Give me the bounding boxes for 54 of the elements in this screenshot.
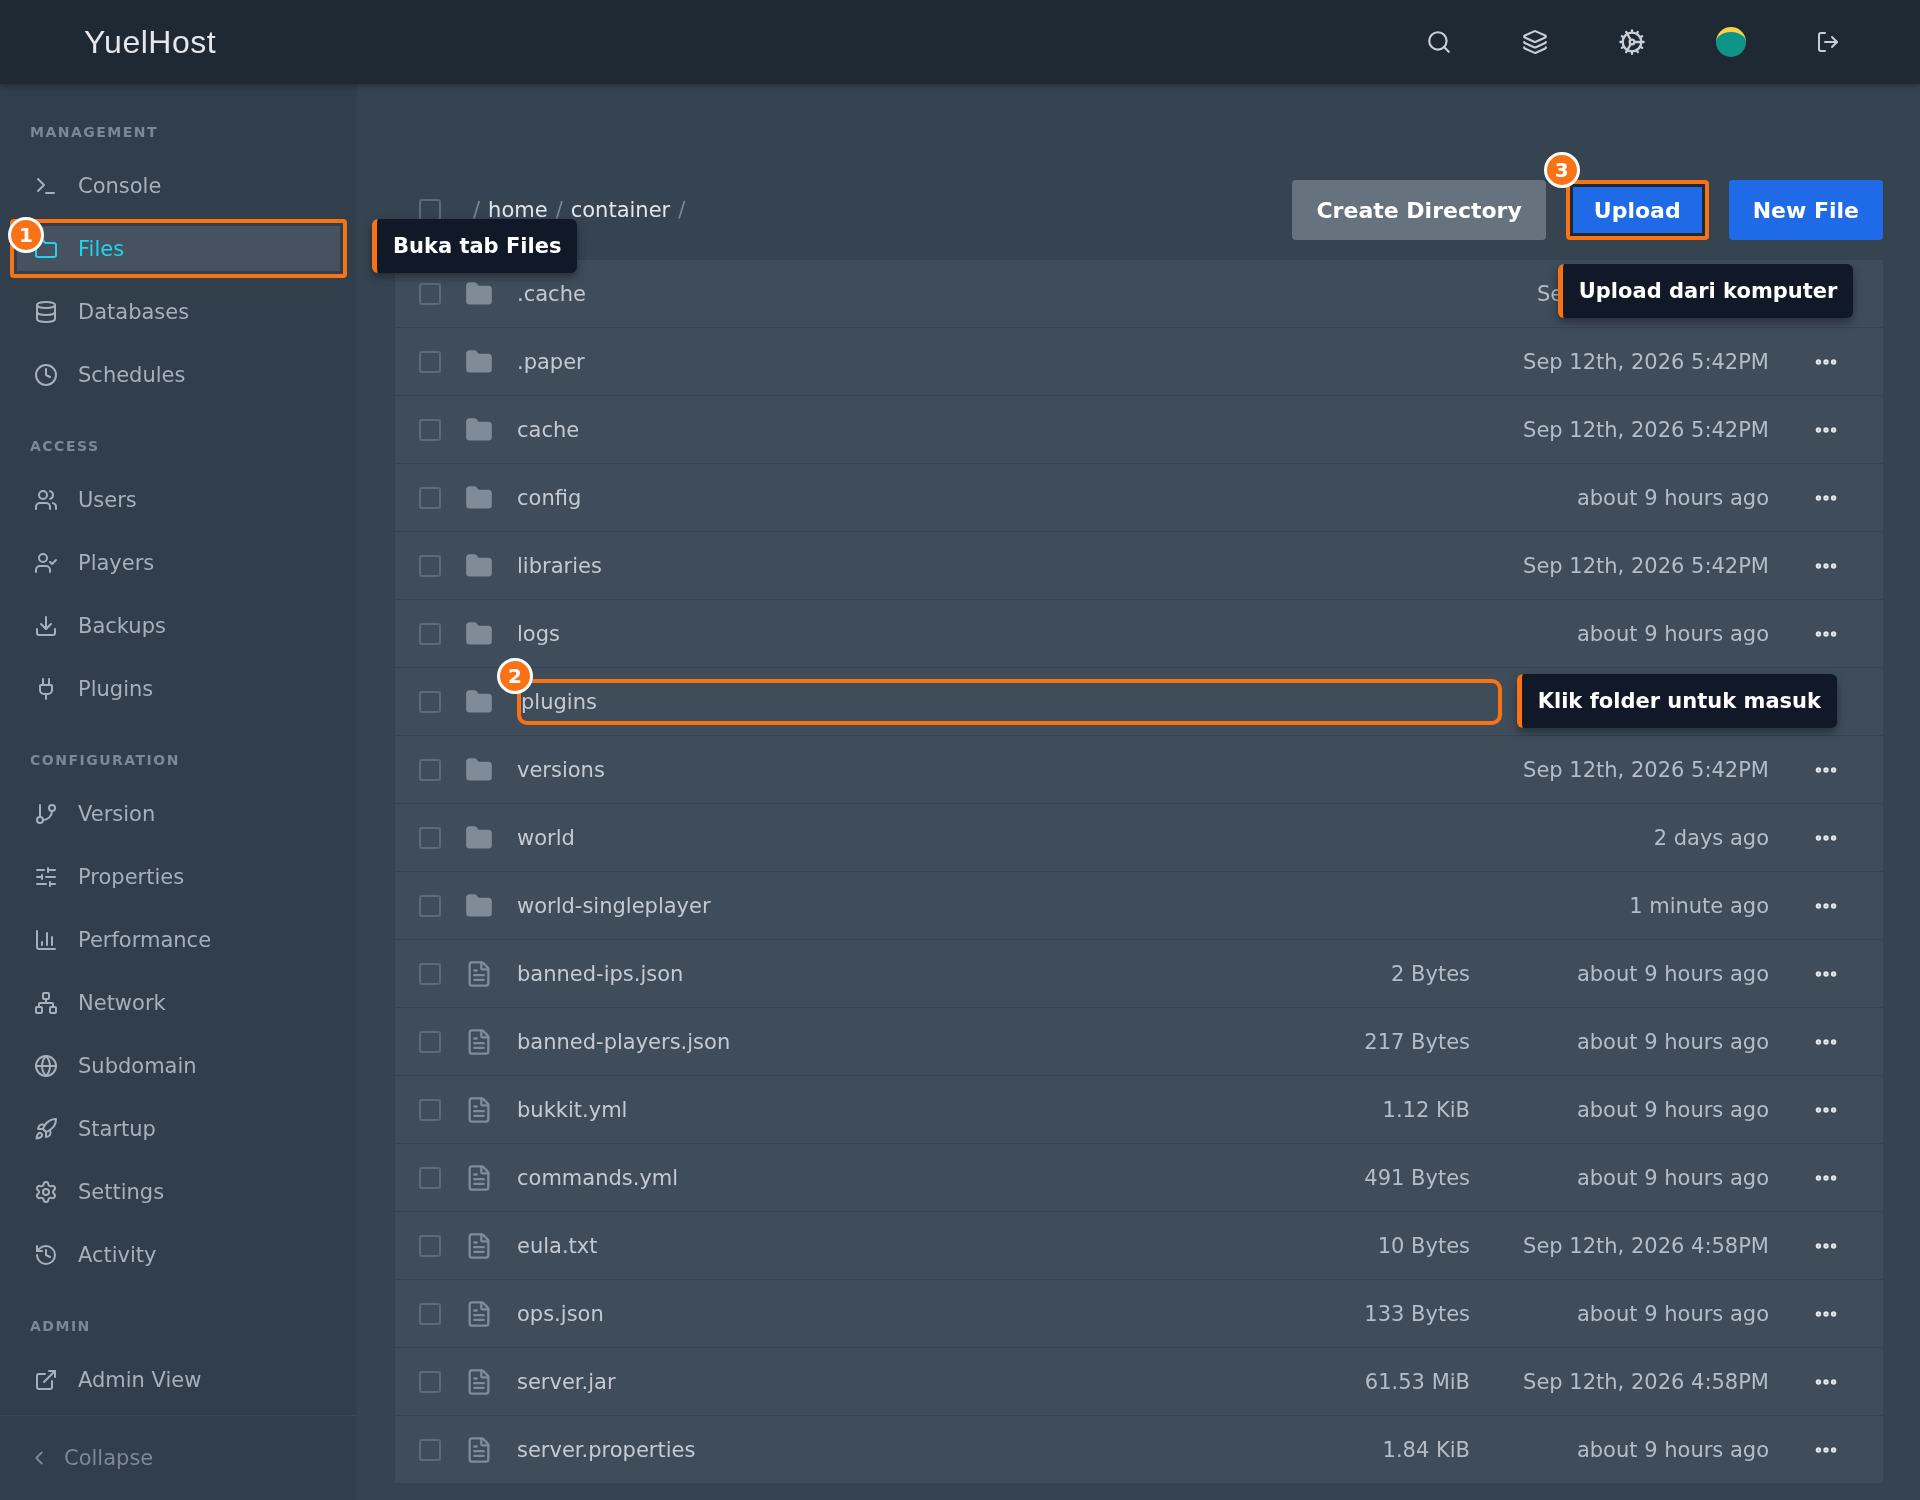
section-title: MANAGEMENT bbox=[29, 124, 160, 140]
breadcrumb-separator: / bbox=[555, 198, 563, 222]
nav-label: Admin View bbox=[78, 1367, 202, 1392]
file-date: Sep 12th, 2026 4:58PM bbox=[1523, 1233, 1769, 1258]
nav-label: Users bbox=[78, 487, 137, 512]
file-date: 2 days ago bbox=[1653, 825, 1769, 850]
file-size: 491 Bytes bbox=[1363, 1165, 1470, 1190]
tooltip: Klik folder untuk masuk bbox=[1516, 674, 1837, 728]
file-date: about 9 hours ago bbox=[1576, 1165, 1769, 1190]
nav-label: Players bbox=[78, 550, 155, 575]
file-date: Sep 12th, 2026 4:58PM bbox=[1523, 1369, 1769, 1394]
nav-label: Version bbox=[78, 801, 156, 826]
file-size: 1.84 KiB bbox=[1381, 1437, 1470, 1462]
section-title: ADMIN bbox=[29, 1318, 92, 1334]
tooltip: Buka tab Files bbox=[372, 219, 578, 273]
file-size: 217 Bytes bbox=[1363, 1029, 1470, 1054]
nav-label: Performance bbox=[78, 927, 212, 952]
nav-label: Startup bbox=[78, 1116, 156, 1141]
nav-label: Console bbox=[78, 173, 162, 198]
tooltip: Upload dari komputer bbox=[1557, 264, 1854, 318]
step-badge: 3 bbox=[1543, 152, 1580, 188]
step-badge: 1 bbox=[8, 217, 44, 253]
section-title: CONFIGURATION bbox=[29, 752, 181, 768]
file-date: Sep 12th, 2026 5:42PM bbox=[1523, 417, 1769, 442]
nav-label: Subdomain bbox=[78, 1053, 197, 1078]
nav-label: Schedules bbox=[78, 362, 186, 387]
file-date: about 9 hours ago bbox=[1576, 485, 1769, 510]
nav-label: Network bbox=[78, 990, 166, 1015]
file-date: about 9 hours ago bbox=[1576, 1437, 1769, 1462]
file-size: 1.12 KiB bbox=[1381, 1097, 1470, 1122]
nav-label: Settings bbox=[78, 1179, 165, 1204]
section-title: ACCESS bbox=[29, 438, 101, 454]
nav-label: Files bbox=[78, 236, 125, 261]
file-date: Sep 12th, 2026 5:42PM bbox=[1523, 349, 1769, 374]
file-size: 61.53 MiB bbox=[1363, 1369, 1470, 1394]
file-size: 2 Bytes bbox=[1390, 961, 1470, 986]
breadcrumb-separator: / bbox=[473, 198, 481, 222]
collapse-label: Collapse bbox=[64, 1446, 154, 1470]
file-date: about 9 hours ago bbox=[1576, 1301, 1769, 1326]
nav-label: Plugins bbox=[78, 676, 154, 701]
file-date: 1 minute ago bbox=[1629, 893, 1769, 918]
nav-label: Backups bbox=[78, 613, 166, 638]
file-date: about 9 hours ago bbox=[1576, 961, 1769, 986]
file-date: Sep 12th, 2026 5:42PM bbox=[1523, 757, 1769, 782]
nav-label: Properties bbox=[78, 864, 185, 889]
breadcrumb-separator: / bbox=[678, 198, 686, 222]
nav-label: Databases bbox=[78, 299, 190, 324]
file-date: Sep 12th, 2026 5:42PM bbox=[1523, 553, 1769, 578]
file-date: about 9 hours ago bbox=[1576, 1097, 1769, 1122]
nav-label: Activity bbox=[78, 1242, 157, 1267]
file-size: 133 Bytes bbox=[1363, 1301, 1470, 1326]
file-size: 10 Bytes bbox=[1376, 1233, 1470, 1258]
file-date: about 9 hours ago bbox=[1576, 1029, 1769, 1054]
file-date: about 9 hours ago bbox=[1576, 621, 1769, 646]
